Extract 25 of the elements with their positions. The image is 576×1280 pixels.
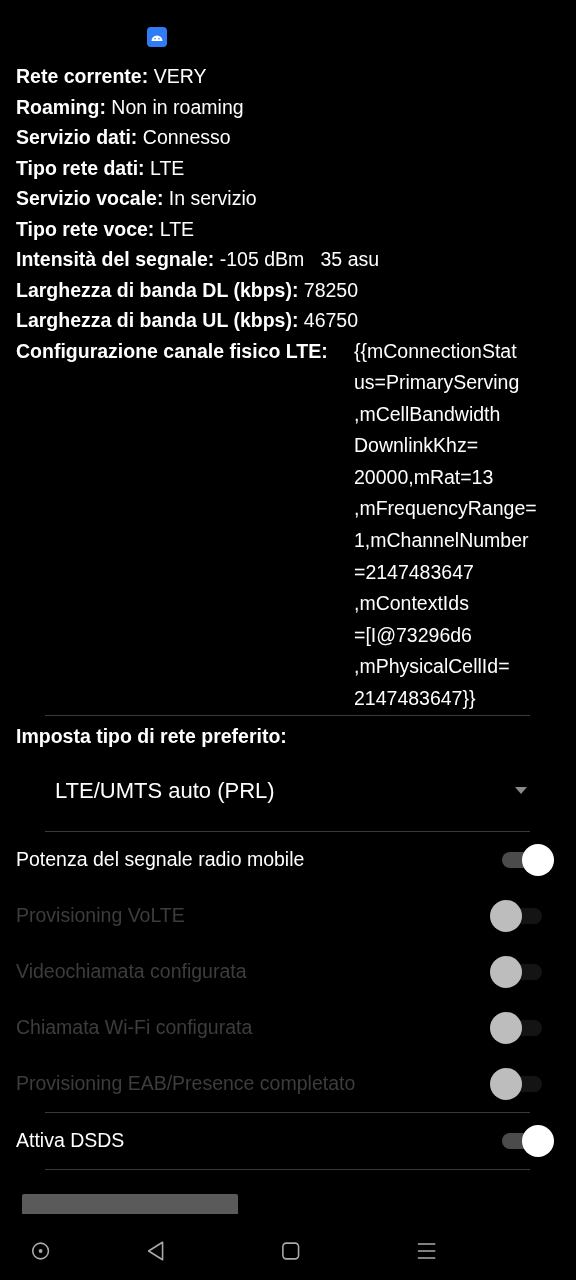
menu-icon[interactable] [416, 1240, 436, 1261]
circle-dot-icon[interactable] [31, 1239, 51, 1262]
caret-icon [515, 787, 527, 795]
setting-label: Potenza del segnale radio mobile [16, 848, 305, 872]
setting-label: Attiva DSDS [16, 1129, 125, 1153]
setting-label: Chiamata Wi-Fi configurata [16, 1016, 253, 1040]
android-app-icon [147, 27, 167, 47]
info-line: Servizio dati: Connesso [16, 125, 232, 150]
info-line: Larghezza di banda DL (kbps): 78250 [16, 277, 360, 303]
preferred-network-label: Imposta tipo di rete preferito: [15, 723, 288, 749]
setting-label: Videochiamata configurata [16, 960, 247, 984]
info-line: Tipo rete voce: LTE [16, 216, 196, 242]
setting-label: Provisioning EAB/Presence completato [16, 1072, 356, 1096]
channel-config-label: Configurazione canale fisico LTE: [16, 338, 329, 364]
info-line: Intensità del segnale: -105 dBm 35 asu [16, 247, 381, 272]
info-line: Tipo rete dati: LTE [16, 155, 186, 181]
info-line: Larghezza di banda UL (kbps): 46750 [16, 308, 360, 333]
info-line: Roaming: Non in roaming [16, 94, 245, 120]
setting-label: Provisioning VoLTE [16, 904, 185, 928]
square-icon[interactable] [282, 1240, 300, 1261]
back-icon[interactable] [146, 1238, 166, 1263]
network-type-dropdown[interactable]: LTE/UMTS auto (PRL) [45, 750, 530, 831]
info-line: Rete corrente: VERY [16, 64, 208, 89]
info-line: Servizio vocale: In servizio [16, 186, 258, 211]
channel-config-value: {{mConnectionStat us=PrimaryServing ,mCellBandwidth DownlinkKhz= 20000,mRat=13 ,mFrequencyRange= 1,mChannelNumber =2147483647 ,mContextIds =[I@73296d6 ,mPhysicalCellId= 2147483647}} [354, 338, 537, 712]
